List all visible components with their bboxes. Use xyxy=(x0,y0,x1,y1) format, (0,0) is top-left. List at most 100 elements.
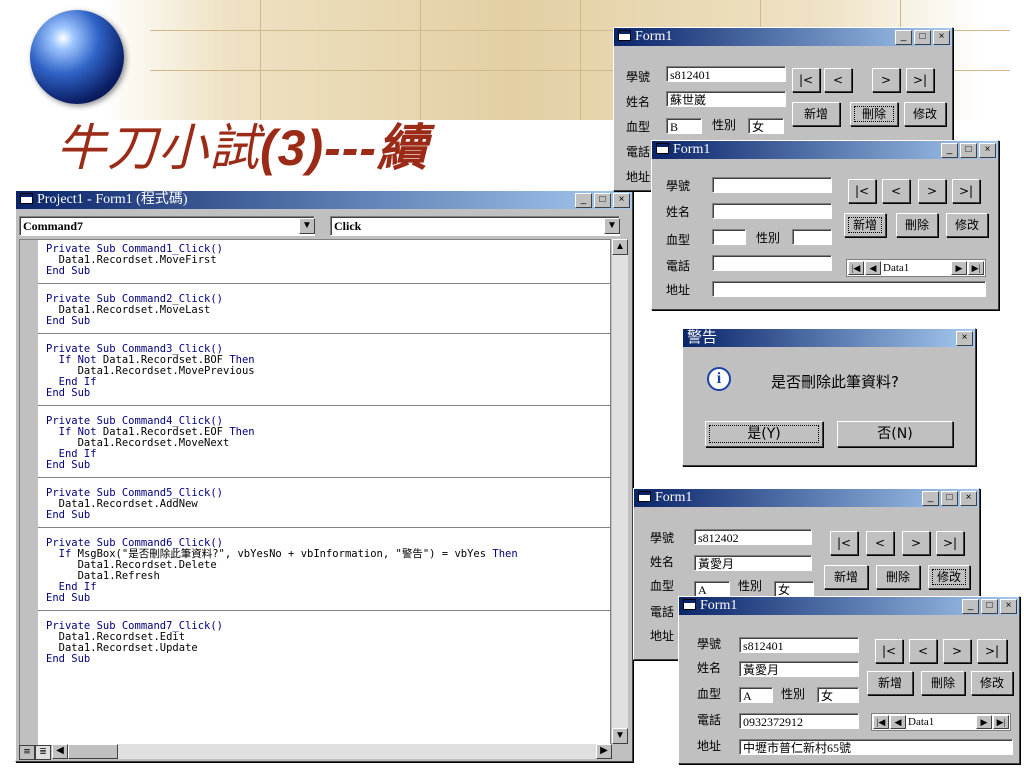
phone-field[interactable]: 0932372912 xyxy=(739,713,859,729)
maximize-button[interactable]: □ xyxy=(941,491,958,506)
scroll-left-icon[interactable]: ◀ xyxy=(52,744,68,759)
vertical-scrollbar[interactable]: ▲ ▼ xyxy=(612,239,628,744)
code-line[interactable]: End If xyxy=(46,449,606,460)
minimize-button[interactable]: _ xyxy=(922,491,939,506)
code-line[interactable]: End If xyxy=(46,582,606,593)
data-next-icon[interactable]: ▶ xyxy=(976,715,992,729)
modify-button[interactable]: 修改 xyxy=(946,213,988,237)
data-last-icon[interactable]: ▶| xyxy=(968,261,984,275)
delete-button[interactable]: 刪除 xyxy=(896,213,938,237)
minimize-button[interactable]: _ xyxy=(962,599,979,614)
add-button[interactable]: 新增 xyxy=(844,213,886,237)
name-field[interactable]: 蘇世崴 xyxy=(666,91,786,107)
modify-button[interactable]: 修改 xyxy=(904,102,946,126)
data-first-icon[interactable]: |◀ xyxy=(873,715,889,729)
code-line[interactable]: Data1.Recordset.MoveLast xyxy=(46,305,606,316)
last-record-button[interactable]: >| xyxy=(952,179,980,203)
next-record-button[interactable]: > xyxy=(918,179,946,203)
data-prev-icon[interactable]: ◀ xyxy=(865,261,881,275)
procedure-combo[interactable]: Click xyxy=(330,216,620,236)
maximize-button[interactable]: □ xyxy=(594,193,611,208)
close-button[interactable]: × xyxy=(1000,599,1017,614)
student-id-field[interactable] xyxy=(712,177,832,193)
first-record-button[interactable]: |< xyxy=(830,531,858,555)
prev-record-button[interactable]: < xyxy=(909,639,937,663)
phone-field[interactable] xyxy=(712,255,832,271)
address-field[interactable] xyxy=(712,281,986,297)
object-combo[interactable]: Command7 xyxy=(19,216,315,236)
dialog-titlebar[interactable]: 警告 × xyxy=(683,329,975,347)
minimize-button[interactable]: _ xyxy=(575,193,592,208)
close-button[interactable]: × xyxy=(956,331,973,346)
code-line[interactable]: End Sub xyxy=(46,654,606,665)
procedure-view-icon[interactable]: ≡ xyxy=(19,745,35,760)
code-window-titlebar[interactable]: Project1 - Form1 (程式碼) _ □ × xyxy=(16,191,632,209)
code-line[interactable]: Data1.Recordset.Update xyxy=(46,643,606,654)
yes-button[interactable]: 是(Y) xyxy=(705,421,823,447)
scroll-right-icon[interactable]: ▶ xyxy=(596,744,612,759)
data-first-icon[interactable]: |◀ xyxy=(848,261,864,275)
scroll-up-icon[interactable]: ▲ xyxy=(612,239,628,255)
gender-field[interactable] xyxy=(792,229,832,245)
next-record-button[interactable]: > xyxy=(872,68,900,92)
first-record-button[interactable]: |< xyxy=(792,68,820,92)
prev-record-button[interactable]: < xyxy=(824,68,852,92)
blood-field[interactable] xyxy=(712,229,746,245)
add-button[interactable]: 新增 xyxy=(867,671,913,695)
blood-field[interactable]: A xyxy=(739,687,773,703)
last-record-button[interactable]: >| xyxy=(977,639,1007,663)
procedure-combo-dropdown-icon[interactable]: ▼ xyxy=(604,218,620,234)
name-field[interactable]: 黃愛月 xyxy=(739,661,859,677)
modify-button[interactable]: 修改 xyxy=(928,565,970,589)
data-prev-icon[interactable]: ◀ xyxy=(890,715,906,729)
last-record-button[interactable]: >| xyxy=(936,531,964,555)
first-record-button[interactable]: |< xyxy=(848,179,876,203)
code-line[interactable]: End Sub xyxy=(46,510,606,521)
maximize-button[interactable]: □ xyxy=(914,30,931,45)
first-record-button[interactable]: |< xyxy=(875,639,903,663)
prev-record-button[interactable]: < xyxy=(882,179,910,203)
data-control[interactable]: |◀ ◀ Data1 ▶ ▶| xyxy=(846,259,986,277)
code-line[interactable]: End If xyxy=(46,377,606,388)
next-record-button[interactable]: > xyxy=(902,531,930,555)
minimize-button[interactable]: _ xyxy=(895,30,912,45)
blood-field[interactable]: A xyxy=(694,581,730,597)
code-line[interactable]: End Sub xyxy=(46,388,606,399)
no-button[interactable]: 否(N) xyxy=(837,421,953,447)
scroll-thumb[interactable] xyxy=(68,744,118,759)
code-line[interactable]: End Sub xyxy=(46,460,606,471)
prev-record-button[interactable]: < xyxy=(866,531,894,555)
code-text[interactable]: Private Sub Command1_Click() Data1.Recor… xyxy=(20,240,610,745)
code-line[interactable]: End Sub xyxy=(46,266,606,277)
add-button[interactable]: 新增 xyxy=(824,565,868,589)
code-line[interactable]: End Sub xyxy=(46,593,606,604)
last-record-button[interactable]: >| xyxy=(906,68,934,92)
full-module-view-icon[interactable]: ≣ xyxy=(35,745,51,760)
delete-button[interactable]: 刪除 xyxy=(876,565,920,589)
address-field[interactable]: 中壢市普仁新村65號 xyxy=(739,739,1013,755)
data-next-icon[interactable]: ▶ xyxy=(951,261,967,275)
code-line[interactable]: Data1.Recordset.AddNew xyxy=(46,499,606,510)
close-button[interactable]: × xyxy=(933,30,950,45)
code-line[interactable]: Data1.Recordset.MovePrevious xyxy=(46,366,606,377)
modify-button[interactable]: 修改 xyxy=(971,671,1013,695)
delete-button[interactable]: 刪除 xyxy=(921,671,965,695)
form-b-titlebar[interactable]: Form1 _ □ × xyxy=(652,141,998,159)
gender-field[interactable]: 女 xyxy=(774,581,814,597)
code-line[interactable]: Data1.Recordset.MoveFirst xyxy=(46,255,606,266)
name-field[interactable] xyxy=(712,203,832,219)
horizontal-scrollbar[interactable]: ◀ ▶ xyxy=(52,744,612,759)
next-record-button[interactable]: > xyxy=(943,639,971,663)
code-line[interactable]: Data1.Recordset.MoveNext xyxy=(46,438,606,449)
gender-field[interactable]: 女 xyxy=(748,118,784,134)
form-a-titlebar[interactable]: Form1 _ □ × xyxy=(614,28,952,46)
object-combo-dropdown-icon[interactable]: ▼ xyxy=(299,218,315,234)
code-line[interactable]: End Sub xyxy=(46,316,606,327)
gender-field[interactable]: 女 xyxy=(817,687,859,703)
student-id-field[interactable]: s812401 xyxy=(666,66,786,82)
code-line[interactable]: Data1.Refresh xyxy=(46,571,606,582)
blood-field[interactable]: B xyxy=(666,118,702,134)
student-id-field[interactable]: s812401 xyxy=(739,637,859,653)
scroll-down-icon[interactable]: ▼ xyxy=(612,728,628,744)
close-button[interactable]: × xyxy=(960,491,977,506)
